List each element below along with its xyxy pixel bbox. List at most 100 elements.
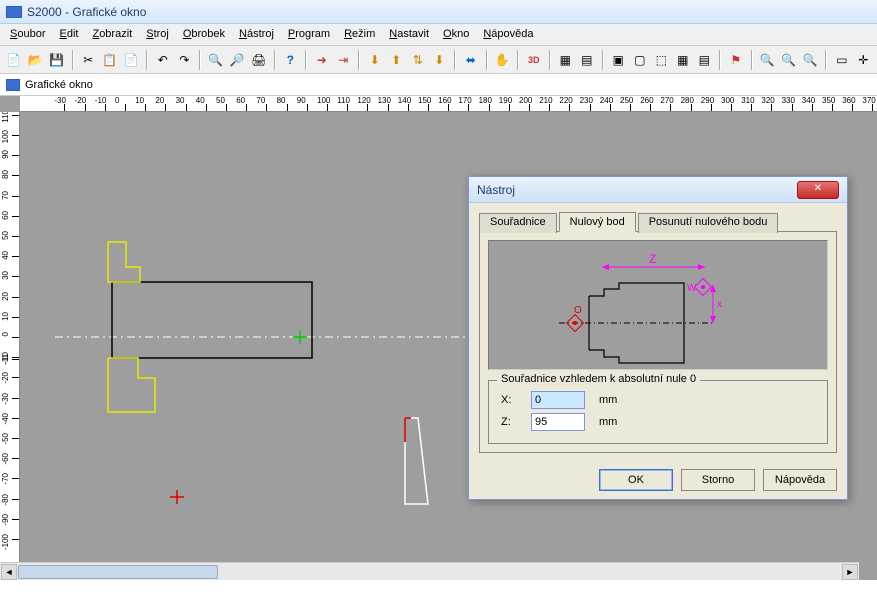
3d-icon[interactable]: 3D — [524, 49, 544, 71]
separator — [72, 50, 74, 70]
hand-icon[interactable]: ✋ — [493, 49, 513, 71]
x-unit: mm — [599, 394, 617, 406]
dialog-tabs: Souřadnice Nulový bod Posunutí nulového … — [479, 211, 837, 232]
scroll-right-arrow[interactable]: ► — [842, 564, 858, 580]
step4-icon[interactable]: ⬇ — [430, 49, 450, 71]
insert-icon[interactable]: ⬌ — [461, 49, 481, 71]
group-legend: Souřadnice vzhledem k absolutní nule 0 — [497, 373, 700, 385]
z-unit: mm — [599, 416, 617, 428]
menu-tool[interactable]: Nástroj — [233, 26, 280, 43]
menu-workpiece[interactable]: Obrobek — [177, 26, 231, 43]
diagram-svg: Z W x O — [489, 241, 827, 369]
separator — [602, 50, 604, 70]
ruler-horizontal: -30-20-100102030405060708090100110120130… — [20, 96, 877, 112]
menu-settings[interactable]: Nastavit — [383, 26, 435, 43]
view2-icon[interactable]: ▤ — [577, 49, 597, 71]
arrow-box-icon[interactable]: ⇥ — [334, 49, 354, 71]
panel1-icon[interactable]: ▣ — [609, 49, 629, 71]
tab-content: Z W x O Souřadnice vzhledem k — [479, 232, 837, 453]
titlebar: S2000 - Grafické okno — [0, 0, 877, 24]
tool-dialog: Nástroj ✕ Souřadnice Nulový bod Posunutí… — [468, 176, 848, 500]
coords-group: Souřadnice vzhledem k absolutní nule 0 X… — [488, 380, 828, 444]
cancel-button[interactable]: Storno — [681, 469, 755, 491]
panel5-icon[interactable]: ▤ — [695, 49, 715, 71]
separator — [751, 50, 753, 70]
separator — [358, 50, 360, 70]
tab-coordinates[interactable]: Souřadnice — [479, 213, 557, 233]
toolbar: 📄 📂 💾 ✂ 📋 📄 ↶ ↷ 🔍 🔎 🖨 ? ➜ ⇥ ⬇ ⬆ ⇅ ⬇ ⬌ ✋ … — [0, 46, 877, 74]
step-icon[interactable]: ⬇ — [365, 49, 385, 71]
step2-icon[interactable]: ⬆ — [387, 49, 407, 71]
scroll-thumb[interactable] — [18, 565, 218, 579]
menu-view[interactable]: Zobrazit — [86, 26, 138, 43]
paste-icon[interactable]: 📄 — [122, 49, 142, 71]
separator — [517, 50, 519, 70]
separator — [825, 50, 827, 70]
step3-icon[interactable]: ⇅ — [408, 49, 428, 71]
z-label: Z — [649, 252, 656, 266]
separator — [274, 50, 276, 70]
x-label: x — [717, 299, 722, 310]
find-icon[interactable]: 🔍 — [206, 49, 226, 71]
menu-help[interactable]: Nápověda — [477, 26, 539, 43]
cut-icon[interactable]: ✂ — [79, 49, 99, 71]
dialog-titlebar[interactable]: Nástroj ✕ — [469, 177, 847, 203]
menu-file[interactable]: Soubor — [4, 26, 51, 43]
print-icon[interactable]: 🖨 — [249, 49, 269, 71]
diagram-box: Z W x O — [488, 240, 828, 370]
separator — [199, 50, 201, 70]
menu-edit[interactable]: Edit — [53, 26, 84, 43]
z-label: Z: — [501, 416, 521, 428]
zoomin-icon[interactable]: 🔍 — [758, 49, 778, 71]
copy-icon[interactable]: 📋 — [100, 49, 120, 71]
help-icon[interactable]: ? — [281, 49, 301, 71]
separator — [146, 50, 148, 70]
x-field-row: X: mm — [501, 391, 815, 409]
panel2-icon[interactable]: ▢ — [630, 49, 650, 71]
window-icon[interactable]: ▭ — [832, 49, 852, 71]
redo-icon[interactable]: ↷ — [175, 49, 195, 71]
panel4-icon[interactable]: ▦ — [673, 49, 693, 71]
new-icon[interactable]: 📄 — [4, 49, 24, 71]
menu-window[interactable]: Okno — [437, 26, 475, 43]
doc-title: Grafické okno — [25, 79, 93, 91]
open-icon[interactable]: 📂 — [26, 49, 46, 71]
tab-zero-shift[interactable]: Posunutí nulového bodu — [638, 213, 779, 233]
doc-icon — [6, 79, 20, 91]
help-button[interactable]: Nápověda — [763, 469, 837, 491]
separator — [549, 50, 551, 70]
ok-button[interactable]: OK — [599, 469, 673, 491]
view1-icon[interactable]: ▦ — [556, 49, 576, 71]
tab-zero-point[interactable]: Nulový bod — [559, 212, 636, 232]
menubar: Soubor Edit Zobrazit Stroj Obrobek Nástr… — [0, 24, 877, 46]
save-icon[interactable]: 💾 — [47, 49, 67, 71]
dialog-title-text: Nástroj — [477, 183, 515, 197]
app-icon — [6, 6, 22, 18]
close-button[interactable]: ✕ — [797, 181, 839, 199]
menu-program[interactable]: Program — [282, 26, 336, 43]
x-label: X: — [501, 394, 521, 406]
z-field-row: Z: mm — [501, 413, 815, 431]
flag-icon[interactable]: ⚑ — [726, 49, 746, 71]
z-input[interactable] — [531, 413, 585, 431]
undo-icon[interactable]: ↶ — [153, 49, 173, 71]
x-input[interactable] — [531, 391, 585, 409]
document-title-bar: Grafické okno — [0, 74, 877, 96]
menu-mode[interactable]: Režim — [338, 26, 381, 43]
findnext-icon[interactable]: 🔎 — [228, 49, 248, 71]
dialog-body: Souřadnice Nulový bod Posunutí nulového … — [469, 203, 847, 461]
crosshair-icon[interactable]: ✛ — [854, 49, 874, 71]
scroll-left-arrow[interactable]: ◄ — [1, 564, 17, 580]
menu-machine[interactable]: Stroj — [140, 26, 175, 43]
scrollbar-horizontal[interactable]: ◄ ► — [0, 562, 859, 580]
separator — [486, 50, 488, 70]
zoomfit-icon[interactable]: 🔍 — [801, 49, 821, 71]
ruler-vertical: -110102030405060708090100110-10-20-30-40… — [0, 112, 20, 580]
arrow-in-icon[interactable]: ➜ — [312, 49, 332, 71]
separator — [305, 50, 307, 70]
separator — [719, 50, 721, 70]
dialog-buttons: OK Storno Nápověda — [469, 461, 847, 499]
separator — [454, 50, 456, 70]
panel3-icon[interactable]: ⬚ — [652, 49, 672, 71]
zoomout-icon[interactable]: 🔍 — [779, 49, 799, 71]
